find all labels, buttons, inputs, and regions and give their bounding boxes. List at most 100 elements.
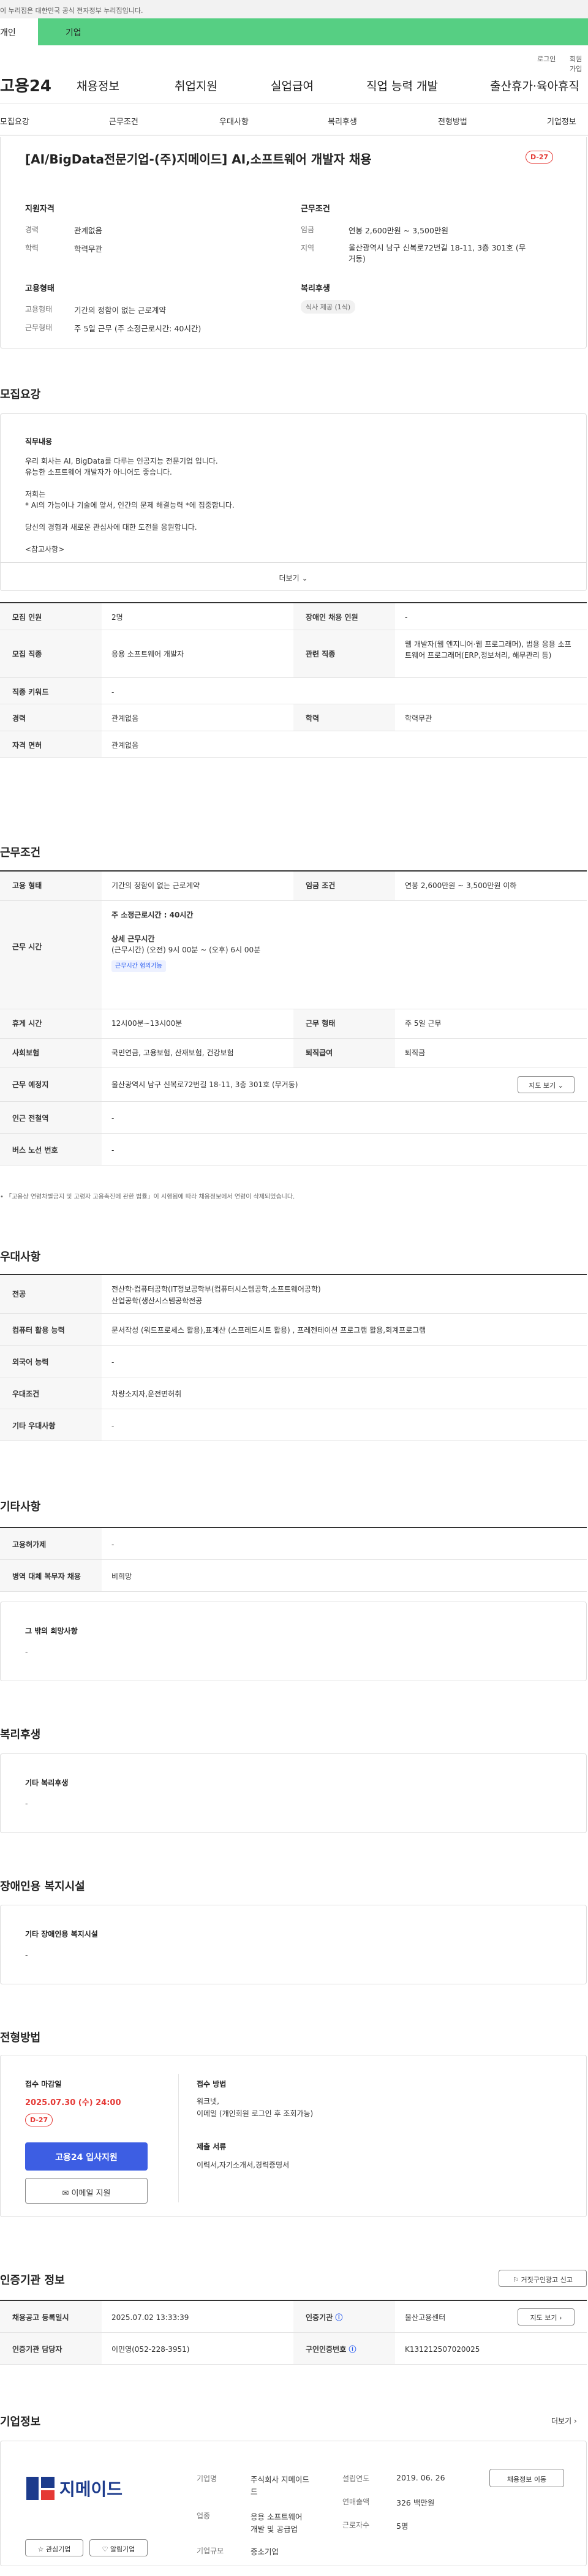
report-label: 거짓구인광고 신고: [521, 2276, 573, 2284]
employees-value: 5명: [396, 2521, 409, 2531]
method-value-1: 워크넷,: [197, 2097, 219, 2106]
table-header: 인증기관 담당자: [0, 2333, 102, 2364]
login-link[interactable]: 로그인: [537, 54, 556, 64]
welfare-section-title: 복리후생: [0, 1728, 41, 1741]
table-header: 인증기관 ⓘ: [293, 2301, 395, 2332]
cert-table: 채용공고 등록일시 2025.07.02 13:33:39 인증기관 ⓘ 울산고…: [0, 2300, 587, 2365]
table-header: 모집 직종: [0, 630, 102, 677]
table-row: 외국어 능력 -: [0, 1346, 587, 1377]
utility-bar: 로그인 회원가입: [0, 45, 588, 73]
false-ad-report-button[interactable]: ⚐ 거짓구인광고 신고: [499, 2270, 587, 2287]
other-wish-title: 그 밖의 희망사항: [25, 1627, 78, 1635]
company-card: 지메이드 ☆ 관심기업 ♡ 알림기업 기업명 주식회사 지메이드 드 업종 응용…: [0, 2441, 587, 2566]
map-button[interactable]: 지도 보기 ⌄: [518, 1076, 575, 1093]
nav-training[interactable]: 직업 능력 개발: [366, 77, 438, 94]
table-header: 인근 전철역: [0, 1102, 102, 1133]
desc-line: [25, 511, 235, 522]
subtab-preference[interactable]: 우대사항: [219, 115, 249, 127]
apply-button[interactable]: 고용24 입사지원: [25, 2142, 148, 2171]
other-wish-value: -: [25, 1647, 28, 1656]
table-row: 인증기관 담당자 이민영(052-228-3951) 구인인증번호 ⓘ K131…: [0, 2333, 587, 2365]
disability-section-title: 장애인용 복지시설: [0, 1880, 85, 1893]
chevron-right-icon: ›: [559, 2314, 562, 2322]
favorite-company-button[interactable]: ☆ 관심기업: [25, 2539, 83, 2556]
deadline-label: 접수 마감일: [25, 2080, 62, 2088]
subtab-recruit[interactable]: 모집요강: [0, 115, 29, 127]
etc-table: 고용허가제 - 병역 대체 복무자 채용 비희망: [0, 1527, 587, 1592]
size-label: 기업규모: [197, 2547, 224, 2555]
alarm-company-button[interactable]: ♡ 알림기업: [89, 2539, 148, 2556]
tab-personal[interactable]: 개인: [0, 18, 38, 45]
emp-type-value: 기간의 정함이 없는 근로계약: [74, 306, 166, 315]
table-row: 컴퓨터 활용 능력 문서작성 (워드프로세스 활용),표계산 (스프레드시트 활…: [0, 1314, 587, 1346]
table-cell: K131212507020025: [405, 2345, 480, 2354]
subtab-welfare[interactable]: 복리후생: [328, 115, 357, 127]
more-label: 더보기: [279, 574, 300, 582]
other-wish-box: 그 밖의 희망사항 -: [0, 1602, 587, 1681]
company-jobs-button[interactable]: 채용정보 이동: [489, 2469, 564, 2487]
table-header: 우대조건: [0, 1377, 102, 1409]
table-row: 고용허가제 -: [0, 1528, 587, 1560]
emp-type-title: 고용형태: [25, 284, 55, 293]
work-type-label: 근무형태: [25, 323, 53, 332]
table-header: 전공: [0, 1275, 102, 1313]
table-row: 직종 키워드 -: [0, 677, 587, 705]
table-header: 자격 면허: [0, 731, 102, 758]
conditions-section-title: 근무조건: [0, 846, 41, 859]
nav-parental-leave[interactable]: 출산휴가·육아휴직: [490, 77, 579, 94]
nav-jobs[interactable]: 채용정보: [77, 77, 119, 94]
nav-employment-support[interactable]: 취업지원: [175, 77, 217, 94]
favorite-label: 관심기업: [45, 2545, 71, 2553]
table-row: 버스 노선 번호 -: [0, 1134, 587, 1166]
subtab-screening[interactable]: 전형방법: [438, 115, 467, 127]
table-row: 근무 예정지 울산광역시 남구 신복로72번길 18-11, 3층 301호 (…: [0, 1068, 587, 1102]
screening-box: 접수 마감일 2025.07.30 (수) 24:00 D-27 고용24 입사…: [0, 2055, 587, 2217]
table-header: 장애인 채용 인원: [293, 603, 395, 630]
table-header: 직종 키워드: [0, 677, 102, 704]
site-logo[interactable]: 고용24: [0, 73, 51, 96]
cert-map-button[interactable]: 지도 보기 ›: [518, 2308, 575, 2326]
divider: [178, 2074, 179, 2202]
subtab-conditions[interactable]: 근무조건: [109, 115, 138, 127]
major-line: 산업공학(생산시스템공학전공: [111, 1296, 203, 1305]
table-header: 구인인증번호 ⓘ: [293, 2333, 395, 2364]
top-tabs: 개인 기업: [0, 18, 588, 45]
table-cell: 관계없음: [111, 714, 139, 723]
table-row: 휴게 시간 12시00분~13시00분 근무 형태 주 5일 근무: [0, 1009, 587, 1039]
email-apply-button[interactable]: ✉ 이메일 지원: [25, 2178, 148, 2204]
age-notice: • 「고용상 연령차별금지 및 고령자 고용촉진에 관한 법률」이 시행됨에 따…: [0, 1194, 295, 1200]
recruit-table: 모집 인원 2명 장애인 채용 인원 - 모집 직종 응용 소프트웨어 개발자 …: [0, 602, 587, 758]
size-value: 중소기업: [251, 2547, 279, 2556]
info-icon[interactable]: ⓘ: [335, 2313, 342, 2322]
edu-value: 학력무관: [74, 244, 103, 254]
recruit-section-title: 모집요강: [0, 388, 41, 401]
tab-company[interactable]: 기업: [38, 18, 588, 45]
company-name-value-2: 드: [251, 2487, 258, 2496]
subtab-company[interactable]: 기업정보: [547, 115, 576, 127]
area-value: 울산광역시 남구 신복로72번길 18-11, 3층 301호 (무: [349, 243, 526, 252]
section-tabs: 모집요강 근무조건 우대사항 복리후생 전형방법 기업정보: [0, 104, 588, 136]
table-cell: 2명: [111, 613, 123, 622]
table-row: 채용공고 등록일시 2025.07.02 13:33:39 인증기관 ⓘ 울산고…: [0, 2301, 587, 2333]
company-more-link[interactable]: 더보기 ›: [551, 2416, 577, 2426]
table-cell: -: [111, 1114, 115, 1123]
table-cell: -: [405, 613, 408, 622]
info-icon[interactable]: ⓘ: [349, 2345, 356, 2354]
chevron-down-icon: ⌄: [301, 574, 308, 582]
docs-label: 제출 서류: [197, 2142, 227, 2151]
desc-line: 우리 회사는 AI, BigData를 다루는 인공지능 전문기업 입니다.: [25, 457, 218, 465]
job-description-text: 우리 회사는 AI, BigData를 다루는 인공지능 전문기업 입니다. 유…: [25, 456, 235, 555]
table-cell: -: [111, 1422, 115, 1430]
table-header: 퇴직급여: [293, 1039, 395, 1068]
job-description-box: 직무내용 우리 회사는 AI, BigData를 다루는 인공지능 전문기업 입…: [0, 413, 587, 591]
industry-value: 응용 소프트웨어: [251, 2512, 303, 2521]
more-button[interactable]: 더보기 ⌄: [1, 562, 586, 590]
table-cell: 전산학·컴퓨터공학(IT정보공학부(컴퓨터시스템공학,소프트웨어공학) 산업공학(…: [102, 1275, 587, 1313]
table-cell: -: [111, 687, 115, 696]
nav-unemployment[interactable]: 실업급여: [271, 77, 314, 94]
docs-value: 이력서,자기소개서,경력증명서: [197, 2161, 290, 2169]
table-row: 우대조건 차량소지자,운전면허취: [0, 1377, 587, 1409]
table-header: 병역 대체 복무자 채용: [0, 1560, 102, 1591]
table-row: 근무 시간 주 소정근로시간 : 40시간 상세 근무시간 (근무시간) (오전…: [0, 901, 587, 1009]
table-row: 인근 전철역 -: [0, 1102, 587, 1134]
